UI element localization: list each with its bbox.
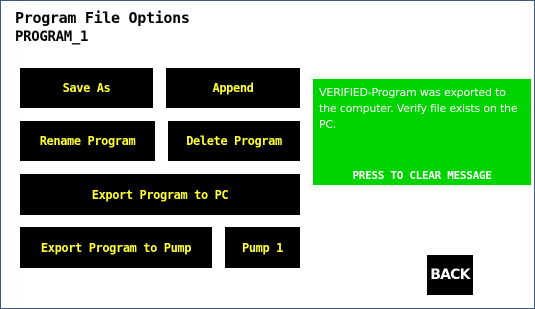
rename-program-button-label: Rename Program: [39, 134, 136, 148]
export-program-to-pc-button[interactable]: Export Program to PC: [20, 174, 300, 215]
delete-program-button[interactable]: Delete Program: [168, 121, 300, 161]
program-file-options-screen: Program File Options PROGRAM_1 Save As A…: [0, 0, 535, 309]
clear-message-prompt: PRESS TO CLEAR MESSAGE: [352, 169, 492, 182]
program-name-label: PROGRAM_1: [15, 29, 89, 45]
status-message-panel[interactable]: VERIFIED-Program was exported to the com…: [313, 79, 531, 185]
export-program-to-pump-button-label: Export Program to Pump: [40, 240, 192, 255]
status-message-text: VERIFIED-Program was exported to the com…: [319, 86, 518, 131]
pump-select-button-label: Pump 1: [242, 240, 283, 255]
append-button[interactable]: Append: [166, 68, 300, 108]
page-title: Program File Options: [15, 9, 190, 27]
rename-program-button[interactable]: Rename Program: [20, 121, 155, 161]
append-button-label: Append: [212, 81, 254, 95]
pump-select-button[interactable]: Pump 1: [225, 227, 300, 268]
save-as-button[interactable]: Save As: [20, 68, 153, 108]
back-button-label: BACK: [430, 267, 470, 283]
save-as-button-label: Save As: [62, 81, 111, 95]
export-program-to-pc-button-label: Export Program to PC: [91, 187, 229, 202]
export-program-to-pump-button[interactable]: Export Program to Pump: [20, 227, 212, 268]
delete-program-button-label: Delete Program: [186, 134, 282, 148]
back-button[interactable]: BACK: [427, 255, 473, 295]
